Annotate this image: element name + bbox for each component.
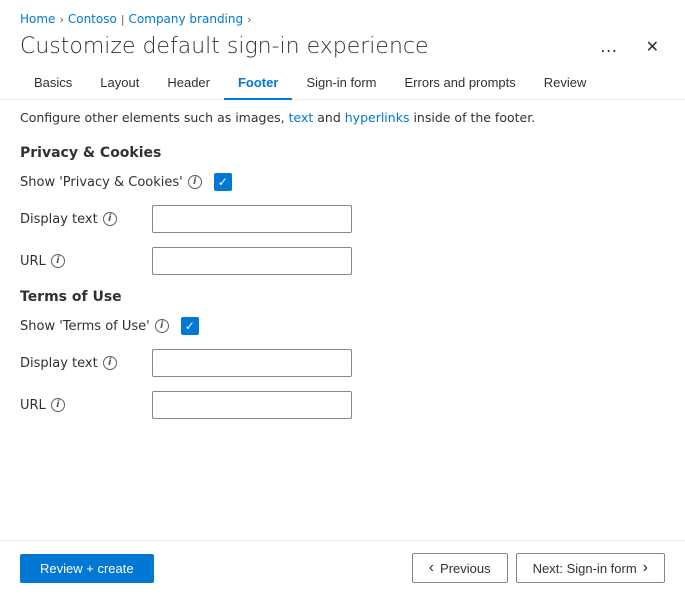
breadcrumb-home[interactable]: Home [20,12,55,26]
nav-buttons: Previous Next: Sign-in form [412,553,665,583]
terms-url-label-text: URL [20,398,46,413]
next-label: Next: Sign-in form [533,561,637,576]
info-link-hyperlinks[interactable]: hyperlinks [345,110,410,125]
privacy-url-label: URL i [20,254,140,269]
privacy-url-label-text: URL [20,254,46,269]
main-container: Home › Contoso | Company branding › Cust… [0,0,685,595]
breadcrumb-sep-1: › [59,13,63,26]
show-privacy-label: Show 'Privacy & Cookies' i [20,175,202,190]
review-create-button[interactable]: Review + create [20,554,154,583]
privacy-display-text-input[interactable] [152,205,352,233]
breadcrumb-sep-2: | [121,13,125,26]
show-terms-label: Show 'Terms of Use' i [20,319,169,334]
breadcrumb-sep-3: › [247,13,251,26]
ellipsis-button[interactable]: … [594,34,624,59]
previous-label: Previous [440,561,491,576]
terms-url-input[interactable] [152,391,352,419]
info-text-after: inside of the footer. [409,110,535,125]
tab-errors-prompts[interactable]: Errors and prompts [391,67,530,100]
action-footer: Review + create Previous Next: Sign-in f… [0,540,685,595]
info-bar: Configure other elements such as images,… [0,100,685,129]
tab-footer[interactable]: Footer [224,67,292,100]
terms-display-text-info-icon: i [103,356,117,370]
privacy-url-input[interactable] [152,247,352,275]
show-terms-info-icon: i [155,319,169,333]
terms-display-text-label: Display text i [20,356,140,371]
tab-basics[interactable]: Basics [20,67,86,100]
previous-arrow-icon [429,560,434,576]
show-privacy-checkbox-wrapper[interactable] [214,173,232,191]
privacy-display-text-row: Display text i [20,205,665,233]
show-privacy-row: Show 'Privacy & Cookies' i [20,173,665,191]
tab-signin-form[interactable]: Sign-in form [292,67,390,100]
info-link-text[interactable]: text [289,110,314,125]
tab-bar: Basics Layout Header Footer Sign-in form… [0,67,685,100]
privacy-url-info-icon: i [51,254,65,268]
tab-header[interactable]: Header [153,67,224,100]
section-title-privacy: Privacy & Cookies [20,145,665,161]
show-privacy-info-icon: i [188,175,202,189]
previous-button[interactable]: Previous [412,553,508,583]
breadcrumb: Home › Contoso | Company branding › [0,0,685,30]
show-privacy-label-text: Show 'Privacy & Cookies' [20,175,183,190]
show-privacy-checkbox[interactable] [214,173,232,191]
section-title-terms: Terms of Use [20,289,665,305]
show-terms-checkbox-wrapper[interactable] [181,317,199,335]
terms-url-info-icon: i [51,398,65,412]
next-button[interactable]: Next: Sign-in form [516,553,665,583]
privacy-display-text-label-text: Display text [20,212,98,227]
show-terms-checkbox[interactable] [181,317,199,335]
content-area: Privacy & Cookies Show 'Privacy & Cookie… [0,129,685,540]
show-terms-row: Show 'Terms of Use' i [20,317,665,335]
breadcrumb-company-branding[interactable]: Company branding [129,12,244,26]
next-arrow-icon [643,560,648,576]
show-terms-label-text: Show 'Terms of Use' [20,319,150,334]
privacy-display-text-info-icon: i [103,212,117,226]
header-actions: … ✕ [594,34,665,59]
terms-display-text-label-text: Display text [20,356,98,371]
info-text-middle: and [313,110,344,125]
page-title: Customize default sign-in experience [20,34,594,59]
tab-review[interactable]: Review [530,67,601,100]
terms-url-label: URL i [20,398,140,413]
info-text-before: Configure other elements such as images, [20,110,289,125]
privacy-url-row: URL i [20,247,665,275]
tab-layout[interactable]: Layout [86,67,153,100]
breadcrumb-contoso[interactable]: Contoso [68,12,117,26]
terms-display-text-input[interactable] [152,349,352,377]
close-button[interactable]: ✕ [640,35,665,59]
terms-display-text-row: Display text i [20,349,665,377]
terms-url-row: URL i [20,391,665,419]
privacy-display-text-label: Display text i [20,212,140,227]
page-header: Customize default sign-in experience … ✕ [0,30,685,67]
